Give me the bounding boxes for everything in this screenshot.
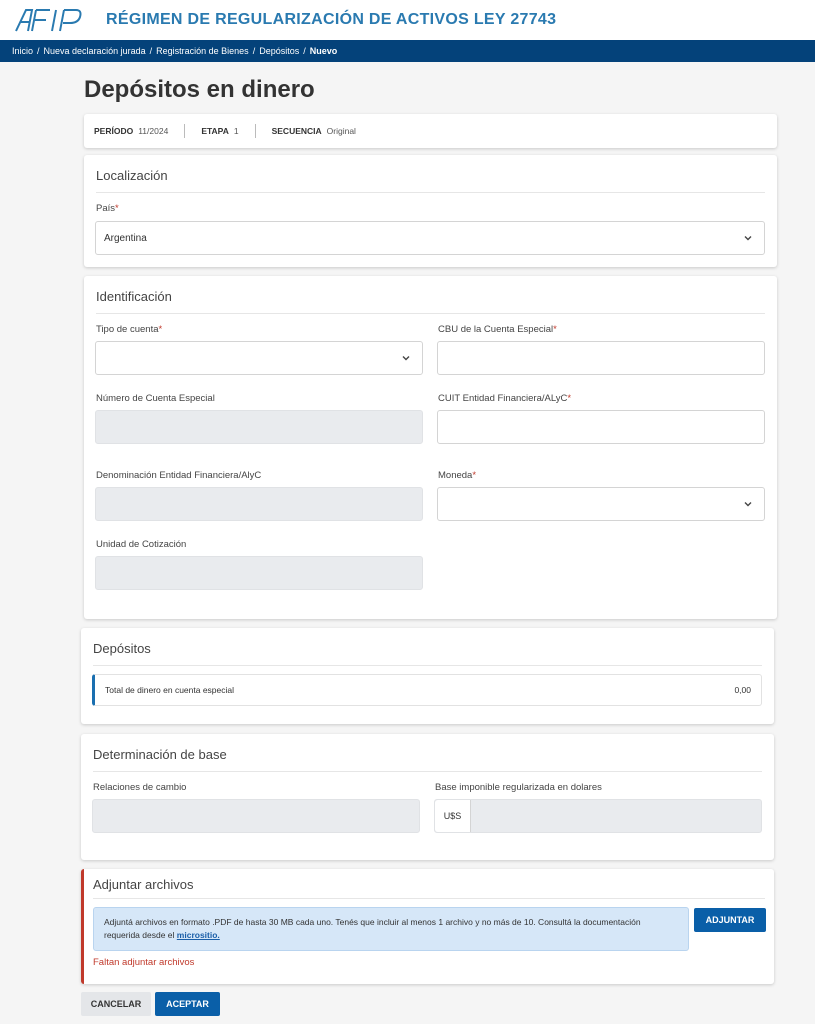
afip-logo[interactable] (14, 7, 94, 33)
pais-value: Argentina (104, 232, 147, 244)
currency-prefix: U$S (435, 800, 471, 832)
breadcrumb-separator: / (303, 46, 306, 56)
missing-attachments-error: Faltan adjuntar archivos (93, 957, 195, 968)
identificacion-title: Identificación (96, 289, 765, 314)
periodo-label: PERÍODO (94, 126, 134, 136)
meta-divider (254, 124, 256, 138)
chevron-down-icon (744, 502, 752, 507)
adjuntar-section: Adjuntar archivos Adjuntá archivos en fo… (81, 869, 774, 984)
unidad-cotizacion-input (95, 556, 423, 590)
cuit-label: CUIT Entidad Financiera/ALyC* (438, 393, 572, 404)
breadcrumb-separator: / (252, 46, 256, 56)
adjuntar-title: Adjuntar archivos (93, 877, 765, 899)
moneda-select[interactable] (437, 487, 765, 521)
unidad-cotizacion-label: Unidad de Cotización (96, 539, 187, 550)
numero-cuenta-label: Número de Cuenta Especial (96, 393, 215, 404)
total-deposit-label: Total de dinero en cuenta especial (105, 685, 235, 695)
app-title: RÉGIMEN DE REGULARIZACIÓN DE ACTIVOS LEY… (106, 11, 557, 28)
breadcrumb-separator: / (37, 46, 40, 56)
depositos-section: Depósitos Total de dinero en cuenta espe… (81, 628, 774, 724)
breadcrumb-separator: / (149, 46, 153, 56)
chevron-down-icon (402, 356, 410, 361)
determinacion-section: Determinación de base Relaciones de camb… (81, 734, 774, 860)
top-header: RÉGIMEN DE REGULARIZACIÓN DE ACTIVOS LEY… (0, 0, 815, 40)
micrositio-link[interactable]: micrositio. (177, 930, 220, 940)
denominacion-label: Denominación Entidad Financiera/AlyC (96, 470, 262, 481)
etapa-value: 1 (233, 126, 239, 136)
determinacion-title: Determinación de base (93, 747, 762, 772)
cbu-label: CBU de la Cuenta Especial* (438, 324, 557, 335)
attachment-info-box: Adjuntá archivos en formato .PDF de hast… (93, 907, 689, 951)
breadcrumb-registracion[interactable]: Registración de Bienes (156, 46, 249, 56)
numero-cuenta-input (95, 410, 423, 444)
total-deposit-row: Total de dinero en cuenta especial 0,00 (92, 674, 762, 706)
denominacion-input (95, 487, 423, 521)
meta-divider (184, 124, 186, 138)
moneda-label: Moneda* (438, 470, 477, 481)
chevron-down-icon (744, 236, 752, 241)
page-title: Depósitos en dinero (84, 76, 315, 103)
adjuntar-button[interactable]: ADJUNTAR (694, 908, 766, 932)
localizacion-title: Localización (96, 168, 765, 193)
breadcrumb-nueva-declaracion[interactable]: Nueva declaración jurada (44, 46, 146, 56)
pais-label: País* (96, 203, 119, 214)
localizacion-section: Localización País* Argentina (84, 155, 777, 267)
breadcrumb-depositos[interactable]: Depósitos (259, 46, 299, 56)
total-deposit-value: 0,00 (734, 685, 751, 695)
declaration-meta: PERÍODO 11/2024 ETAPA 1 SECUENCIA Origin… (84, 114, 777, 148)
relaciones-cambio-input (92, 799, 420, 833)
breadcrumb-inicio[interactable]: Inicio (12, 46, 33, 56)
secuencia-label: SECUENCIA (271, 126, 322, 136)
breadcrumb: Inicio / Nueva declaración jurada / Regi… (0, 40, 815, 62)
etapa-label: ETAPA (201, 126, 229, 136)
cbu-input[interactable] (437, 341, 765, 375)
relaciones-cambio-label: Relaciones de cambio (93, 782, 187, 793)
cancel-button[interactable]: CANCELAR (81, 992, 151, 1016)
periodo-value: 11/2024 (138, 126, 169, 136)
tipo-cuenta-select[interactable] (95, 341, 423, 375)
base-imponible-label: Base imponible regularizada en dolares (435, 782, 602, 793)
cuit-input[interactable] (437, 410, 765, 444)
depositos-title: Depósitos (93, 641, 762, 666)
breadcrumb-nuevo: Nuevo (309, 46, 338, 56)
tipo-cuenta-label: Tipo de cuenta* (96, 324, 163, 335)
base-imponible-input: U$S (434, 799, 762, 833)
secuencia-value: Original (326, 126, 356, 136)
accept-button[interactable]: ACEPTAR (155, 992, 220, 1016)
identificacion-section: Identificación Tipo de cuenta* CBU de la… (84, 276, 777, 619)
pais-select[interactable]: Argentina (95, 221, 765, 255)
